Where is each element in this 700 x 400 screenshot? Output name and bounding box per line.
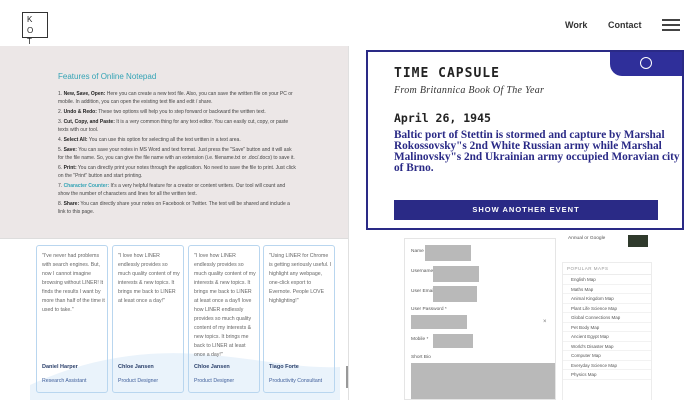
page: K O T A Work Contact ft✉p➤ Features of O… bbox=[0, 0, 700, 400]
testimonial-role: Research Assistant bbox=[42, 378, 87, 384]
notepad-feature-item: 1. New, Save, Open: Here you can create … bbox=[58, 90, 298, 106]
short-bio-field[interactable] bbox=[411, 363, 555, 399]
feature-text: You can save your notes in MS Word and t… bbox=[58, 147, 295, 161]
testimonial-name: Tiago Forte bbox=[269, 364, 299, 370]
time-capsule-card: TIME CAPSULE From Britannica Book Of The… bbox=[366, 50, 684, 230]
testimonial-name: Daniel Harper bbox=[42, 364, 78, 370]
feature-title: Cut, Copy, and Paste: bbox=[63, 119, 115, 125]
column-divider bbox=[348, 46, 349, 400]
feature-number: 8. bbox=[58, 201, 63, 207]
testimonial-quote: "I love how LINER endlessly provides so … bbox=[194, 253, 256, 358]
time-capsule-date: April 26, 1945 bbox=[394, 111, 491, 125]
testimonials-section: "I've never had problems with search eng… bbox=[0, 238, 348, 400]
user-email-field[interactable] bbox=[433, 286, 477, 302]
name-field[interactable] bbox=[425, 245, 471, 261]
feature-title: Undo & Redo: bbox=[63, 109, 97, 115]
notepad-feature-item: 2. Undo & Redo: These two options will h… bbox=[58, 108, 298, 116]
popular-map-link[interactable]: Ancient Egypt Map bbox=[563, 332, 651, 342]
menu-icon[interactable] bbox=[662, 19, 680, 32]
feature-number: 3. bbox=[58, 119, 63, 125]
testimonial-name: Chloe Jansen bbox=[194, 364, 230, 370]
show-another-event-button[interactable]: SHOW ANOTHER EVENT bbox=[394, 200, 658, 220]
notepad-features-list: 1. New, Save, Open: Here you can create … bbox=[58, 90, 298, 218]
testimonial-role: Productivity Consultant bbox=[269, 378, 323, 384]
kota-logo[interactable]: K O T A bbox=[22, 12, 48, 57]
time-capsule-title: TIME CAPSULE bbox=[394, 66, 500, 81]
popular-map-link[interactable]: Global Connections Map bbox=[563, 313, 651, 323]
popular-map-link[interactable]: English Map bbox=[563, 275, 651, 285]
testimonial-card: "Using LINER for Chrome is getting serio… bbox=[263, 245, 335, 393]
feature-title: Select All: bbox=[63, 137, 88, 143]
popular-maps-list: POPULAR MAPS English Map Maths Map Animal … bbox=[562, 262, 652, 400]
popular-map-link[interactable]: Maths Map bbox=[563, 285, 651, 294]
notepad-feature-item: 4. Select All: You can use this option f… bbox=[58, 136, 298, 144]
popular-map-link[interactable]: Everyday Science Map bbox=[563, 361, 651, 370]
site-header: K O T A Work Contact bbox=[0, 0, 700, 57]
testimonial-quote: "I've never had problems with search eng… bbox=[42, 253, 105, 313]
feature-text: You can directly share your notes on Fac… bbox=[58, 201, 290, 215]
clock-icon bbox=[640, 57, 652, 69]
feature-text: These two options will help you to step … bbox=[96, 109, 266, 115]
user-password-label: User Password * bbox=[411, 307, 447, 312]
testimonial-card: "I've never had problems with search eng… bbox=[36, 245, 108, 393]
feature-number: 2. bbox=[58, 109, 63, 115]
feature-title: Share: bbox=[63, 201, 80, 207]
nav-link-work[interactable]: Work bbox=[565, 20, 587, 30]
testimonial-role: Product Designer bbox=[118, 378, 159, 384]
testimonial-name: Chloe Jansen bbox=[118, 364, 154, 370]
notepad-feature-item: 7. Character Counter: It's a very helpfu… bbox=[58, 182, 298, 198]
feature-text: You can directly print your notes throug… bbox=[58, 165, 296, 179]
time-capsule-tab bbox=[610, 52, 682, 76]
time-capsule-event: Baltic port of Stettin is stormed and ca… bbox=[394, 129, 680, 174]
popular-map-link[interactable]: Plant Life Science Map bbox=[563, 304, 651, 313]
testimonial-quote: "I love how LINER endlessly provides so … bbox=[118, 253, 180, 304]
popular-map-link[interactable]: Computer Map bbox=[563, 351, 651, 361]
notepad-feature-item: 8. Share: You can directly share your no… bbox=[58, 200, 298, 216]
popular-map-link[interactable]: Physics Map bbox=[563, 370, 651, 380]
testimonial-role: Product Designer bbox=[194, 378, 235, 384]
popular-map-link[interactable]: Animal Kingdom Map bbox=[563, 294, 651, 304]
mobile-field[interactable] bbox=[433, 334, 473, 348]
feature-number: 5. bbox=[58, 147, 63, 153]
feature-title: Save: bbox=[63, 147, 77, 153]
testimonial-card: "I love how LINER endlessly provides so … bbox=[112, 245, 184, 393]
mobile-label: Mobile * bbox=[411, 337, 429, 342]
nav-link-contact[interactable]: Contact bbox=[608, 20, 642, 30]
username-field[interactable] bbox=[433, 266, 479, 282]
feature-title: Character Counter: bbox=[63, 183, 110, 189]
feature-text: You can use this option for selecting al… bbox=[87, 137, 241, 143]
testimonial-card: "I love how LINER endlessly provides so … bbox=[188, 245, 260, 393]
feature-title: Print: bbox=[63, 165, 77, 171]
feature-number: 4. bbox=[58, 137, 63, 143]
feature-title: New, Save, Open: bbox=[63, 91, 106, 97]
sidebar: Annual or Google POPULAR MAPS English Ma… bbox=[562, 230, 652, 400]
notepad-feature-item: 3. Cut, Copy, and Paste: It is a very co… bbox=[58, 118, 298, 134]
notepad-feature-item: 6. Print: You can directly print your no… bbox=[58, 164, 298, 180]
popular-maps-heading: POPULAR MAPS bbox=[563, 263, 651, 275]
testimonial-quote: "Using LINER for Chrome is getting serio… bbox=[269, 253, 332, 304]
sidebar-thumbnail[interactable] bbox=[628, 235, 648, 247]
popular-map-link[interactable]: World's Disaster Map bbox=[563, 342, 651, 351]
time-capsule-subtitle: From Britannica Book Of The Year bbox=[394, 85, 545, 96]
close-icon[interactable]: × bbox=[543, 319, 547, 325]
feature-number: 1. bbox=[58, 91, 63, 97]
notepad-features-panel: Features of Online Notepad 1. New, Save,… bbox=[0, 46, 348, 238]
feature-number: 6. bbox=[58, 165, 63, 171]
feature-number: 7. bbox=[58, 183, 63, 189]
short-bio-label: Short Bio bbox=[411, 355, 431, 360]
registration-form: Name * Username * User Email * User Pass… bbox=[404, 238, 556, 400]
notepad-features-heading: Features of Online Notepad bbox=[58, 72, 157, 81]
user-password-field[interactable] bbox=[411, 315, 467, 329]
notepad-feature-item: 5. Save: You can save your notes in MS W… bbox=[58, 146, 298, 162]
popular-map-link[interactable]: Pet Body Map bbox=[563, 323, 651, 332]
